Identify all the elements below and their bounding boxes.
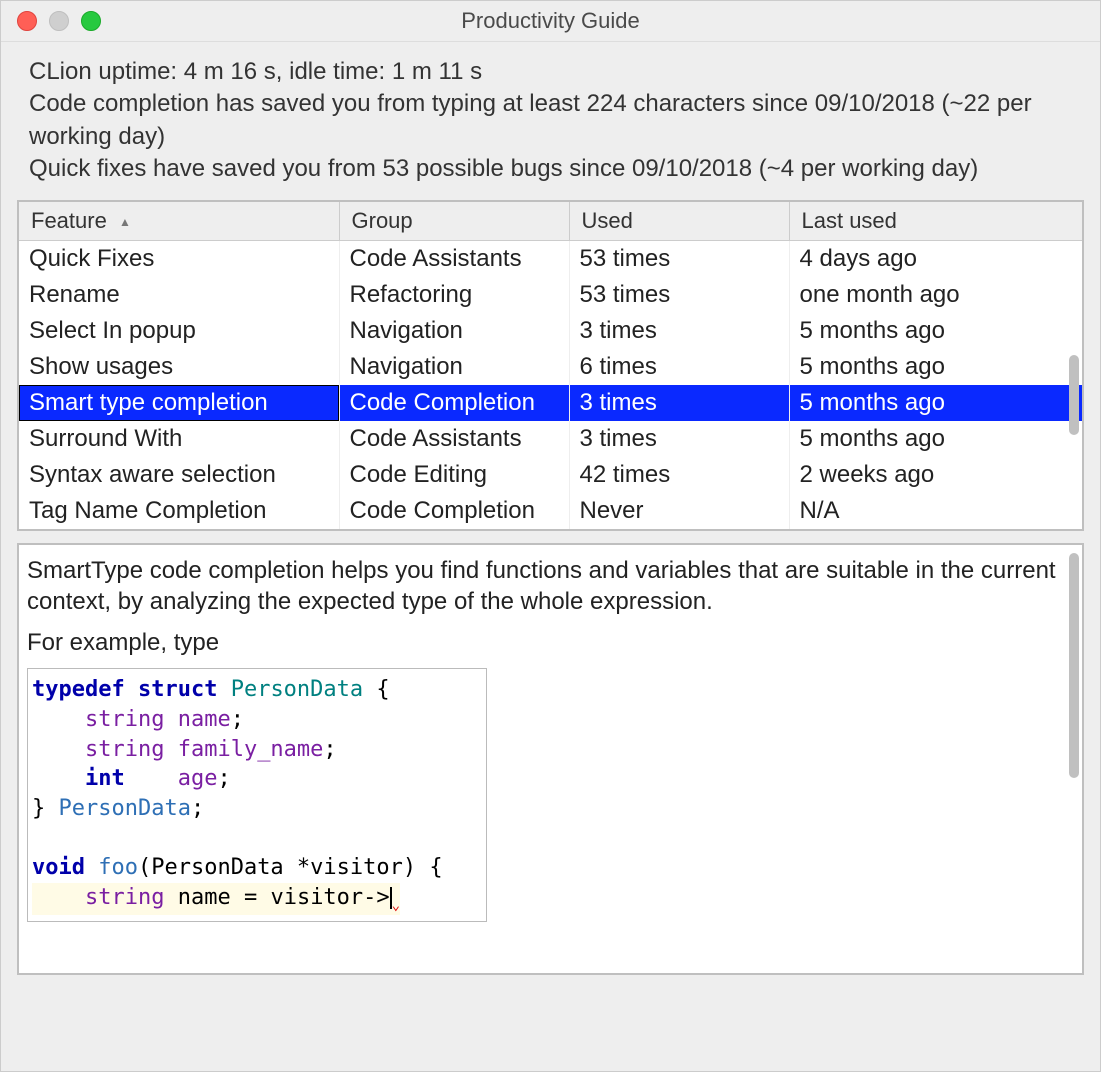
body-visitor: visitor — [270, 885, 363, 910]
field-family: family_name — [178, 737, 324, 762]
cell-last: N/A — [789, 493, 1082, 529]
table-row[interactable]: Quick FixesCode Assistants53 times4 days… — [19, 240, 1082, 277]
col-used-label: Used — [582, 208, 633, 233]
detail-scrollbar[interactable] — [1069, 553, 1079, 778]
cell-group: Code Completion — [339, 493, 569, 529]
cell-feature: Show usages — [19, 349, 339, 385]
semi-1: ; — [231, 707, 244, 732]
table-row[interactable]: Surround WithCode Assistants3 times5 mon… — [19, 421, 1082, 457]
cell-last: 5 months ago — [789, 385, 1082, 421]
cell-group: Refactoring — [339, 277, 569, 313]
cell-used: 6 times — [569, 349, 789, 385]
cell-group: Navigation — [339, 349, 569, 385]
sort-asc-icon: ▲ — [119, 215, 131, 229]
highlighted-line: string name = visitor->⌄ — [32, 883, 400, 915]
window-title: Productivity Guide — [1, 8, 1100, 34]
table-row[interactable]: Tag Name CompletionCode CompletionNeverN… — [19, 493, 1082, 529]
cell-group: Code Editing — [339, 457, 569, 493]
body-arrow: -> — [363, 885, 390, 910]
cell-last: 4 days ago — [789, 240, 1082, 277]
semi-4: ; — [191, 796, 204, 821]
body-eq: = — [231, 885, 271, 910]
col-feature[interactable]: Feature ▲ — [19, 202, 339, 241]
field-age: age — [178, 766, 218, 791]
cell-last: 5 months ago — [789, 313, 1082, 349]
detail-description: SmartType code completion helps you find… — [27, 555, 1074, 617]
cell-feature: Syntax aware selection — [19, 457, 339, 493]
cell-last: 2 weeks ago — [789, 457, 1082, 493]
type-persondata: PersonData — [231, 677, 363, 702]
table-body: Quick FixesCode Assistants53 times4 days… — [19, 240, 1082, 529]
field-name: name — [178, 707, 231, 732]
type-string-2: string — [85, 737, 164, 762]
feature-table-container: Feature ▲ Group Used Last used Quick Fix… — [17, 200, 1084, 531]
col-feature-label: Feature — [31, 208, 107, 233]
cell-feature: Quick Fixes — [19, 240, 339, 277]
cell-group: Code Assistants — [339, 240, 569, 277]
stats-block: CLion uptime: 4 m 16 s, idle time: 1 m 1… — [1, 42, 1100, 200]
col-used[interactable]: Used — [569, 202, 789, 241]
col-last[interactable]: Last used — [789, 202, 1082, 241]
cell-group: Code Completion — [339, 385, 569, 421]
cell-feature: Select In popup — [19, 313, 339, 349]
cell-group: Navigation — [339, 313, 569, 349]
uptime-line: CLion uptime: 4 m 16 s, idle time: 1 m 1… — [29, 56, 1076, 88]
table-row[interactable]: Smart type completionCode Completion3 ti… — [19, 385, 1082, 421]
table-row[interactable]: Show usagesNavigation6 times5 months ago — [19, 349, 1082, 385]
error-squiggle-icon: ⌄ — [392, 897, 400, 913]
kw-typedef: typedef — [32, 677, 125, 702]
titlebar: Productivity Guide — [1, 1, 1100, 42]
cell-group: Code Assistants — [339, 421, 569, 457]
table-header-row: Feature ▲ Group Used Last used — [19, 202, 1082, 241]
feature-table: Feature ▲ Group Used Last used Quick Fix… — [19, 202, 1082, 529]
col-group[interactable]: Group — [339, 202, 569, 241]
table-row[interactable]: Select In popupNavigation3 times5 months… — [19, 313, 1082, 349]
type-string-1: string — [85, 707, 164, 732]
col-group-label: Group — [352, 208, 413, 233]
body-name: name — [178, 885, 231, 910]
table-scrollbar[interactable] — [1069, 355, 1079, 435]
cell-feature: Surround With — [19, 421, 339, 457]
cell-used: 3 times — [569, 385, 789, 421]
fn-sig: (PersonData *visitor) { — [138, 855, 443, 880]
brace-open: { — [363, 677, 390, 702]
cell-feature: Smart type completion — [19, 385, 339, 421]
cell-used: 42 times — [569, 457, 789, 493]
quickfix-line: Quick fixes have saved you from 53 possi… — [29, 153, 1076, 185]
kw-void: void — [32, 855, 85, 880]
productivity-guide-window: Productivity Guide CLion uptime: 4 m 16 … — [0, 0, 1101, 1072]
cell-used: Never — [569, 493, 789, 529]
code-sample: typedef struct PersonData { string name;… — [27, 668, 487, 922]
cell-used: 53 times — [569, 277, 789, 313]
completion-line: Code completion has saved you from typin… — [29, 88, 1076, 153]
kw-int: int — [85, 766, 125, 791]
table-row[interactable]: RenameRefactoring53 timesone month ago — [19, 277, 1082, 313]
cell-last: 5 months ago — [789, 421, 1082, 457]
semi-2: ; — [323, 737, 336, 762]
cell-used: 3 times — [569, 421, 789, 457]
semi-3: ; — [217, 766, 230, 791]
table-row[interactable]: Syntax aware selectionCode Editing42 tim… — [19, 457, 1082, 493]
kw-struct: struct — [138, 677, 217, 702]
cell-last: 5 months ago — [789, 349, 1082, 385]
cell-feature: Rename — [19, 277, 339, 313]
col-last-label: Last used — [802, 208, 897, 233]
alias-persondata: PersonData — [59, 796, 191, 821]
fn-foo: foo — [98, 855, 138, 880]
cell-last: one month ago — [789, 277, 1082, 313]
detail-example-intro: For example, type — [27, 627, 1074, 658]
detail-pane: SmartType code completion helps you find… — [17, 543, 1084, 975]
brace-close: } — [32, 796, 59, 821]
cell-used: 3 times — [569, 313, 789, 349]
cell-feature: Tag Name Completion — [19, 493, 339, 529]
cell-used: 53 times — [569, 240, 789, 277]
body-string: string — [85, 885, 164, 910]
